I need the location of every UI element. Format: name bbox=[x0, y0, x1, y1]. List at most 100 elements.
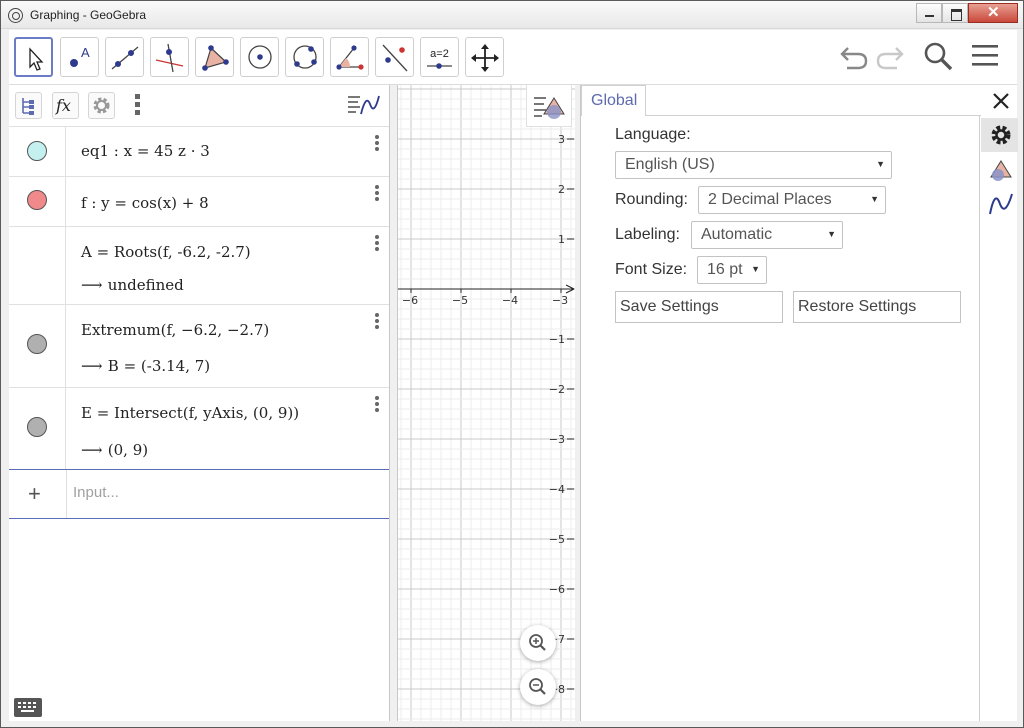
undo-icon[interactable] bbox=[839, 40, 869, 72]
graphics-view[interactable]: −6 −5 −4 −3 3 2 1 −1 −2 −3 −4 −5 −6 −7 −8 bbox=[397, 85, 575, 721]
graphics-style-button[interactable] bbox=[526, 85, 572, 127]
font-size-select[interactable]: 16 pt ▼ bbox=[697, 256, 767, 284]
circle-tool-button[interactable] bbox=[240, 37, 279, 77]
algebra-settings-button[interactable] bbox=[88, 92, 115, 119]
zoom-in-icon bbox=[529, 634, 546, 651]
reflect-tool-button[interactable] bbox=[375, 37, 414, 77]
algebra-row-eq1[interactable]: eq1 : x = 45 z · 3 bbox=[9, 127, 389, 177]
menu-icon[interactable] bbox=[970, 40, 1000, 72]
close-window-button[interactable]: ✕ bbox=[968, 3, 1018, 23]
move-graphics-view-tool-icon bbox=[471, 44, 499, 72]
geogebra-app-icon bbox=[8, 8, 23, 23]
output-value: B = (-3.14, 7) bbox=[107, 357, 211, 375]
move-tool-icon bbox=[29, 47, 44, 71]
marble-column bbox=[9, 177, 66, 226]
settings-gear-icon[interactable] bbox=[988, 122, 1014, 148]
save-settings-button[interactable]: Save Settings bbox=[615, 291, 783, 323]
algebra-row-intersect[interactable]: E = Intersect(f, yAxis, (0, 9)) ⟶ (0, 9) bbox=[9, 388, 389, 469]
keyboard-keys bbox=[18, 702, 36, 712]
point-tool-button[interactable]: A bbox=[60, 37, 99, 77]
algebra-view: fx eq1 : x = 45 z · 3 f : y = cos(x) + 8 bbox=[9, 85, 390, 721]
more-vertical-icon[interactable] bbox=[375, 185, 379, 203]
restore-settings-button[interactable]: Restore Settings bbox=[793, 291, 961, 323]
x-tick-label: −5 bbox=[452, 294, 468, 307]
x-tick-label: −6 bbox=[402, 294, 418, 307]
slider-tool-button[interactable]: a=2 bbox=[420, 37, 459, 77]
y-tick-label: −2 bbox=[549, 383, 565, 396]
font-size-value: 16 pt bbox=[707, 261, 743, 278]
line-tool-button[interactable] bbox=[105, 37, 144, 77]
more-vertical-icon[interactable] bbox=[375, 313, 379, 331]
close-icon[interactable] bbox=[991, 91, 1011, 111]
visibility-toggle[interactable] bbox=[27, 190, 47, 210]
algebra-input[interactable] bbox=[73, 484, 373, 501]
y-tick-label: 1 bbox=[558, 233, 565, 246]
function-fx-button[interactable]: fx bbox=[52, 92, 79, 119]
more-vertical-icon[interactable] bbox=[375, 135, 379, 153]
zoom-out-button[interactable] bbox=[520, 669, 556, 705]
algebra-sort-icon bbox=[22, 98, 34, 115]
chevron-down-icon: ▼ bbox=[870, 194, 879, 204]
polygon-tool-button[interactable] bbox=[195, 37, 234, 77]
add-icon[interactable]: + bbox=[28, 481, 41, 507]
more-vertical-icon[interactable] bbox=[375, 235, 379, 253]
algebra-sort-button[interactable] bbox=[15, 92, 42, 119]
maximize-button[interactable] bbox=[942, 3, 968, 23]
algebra-expression[interactable]: eq1 : x = 45 z · 3 bbox=[81, 142, 210, 160]
y-tick-label: 2 bbox=[558, 183, 565, 196]
algebra-output: ⟶ undefined bbox=[81, 276, 184, 294]
chevron-down-icon: ▼ bbox=[827, 229, 836, 239]
more-vertical-icon[interactable] bbox=[135, 94, 140, 115]
algebra-header: fx bbox=[9, 85, 389, 127]
algebra-row-roots[interactable]: A = Roots(f, -6.2, -2.7) ⟶ undefined bbox=[9, 227, 389, 305]
output-value: (0, 9) bbox=[107, 441, 149, 459]
algebra-row-f[interactable]: f : y = cos(x) + 8 bbox=[9, 177, 389, 227]
language-select[interactable]: English (US) ▼ bbox=[615, 151, 892, 179]
rounding-value: 2 Decimal Places bbox=[708, 191, 832, 208]
algebra-expression[interactable]: f : y = cos(x) + 8 bbox=[81, 194, 209, 212]
graphics-function-icon[interactable] bbox=[988, 191, 1014, 217]
algebra-output: ⟶ B = (-3.14, 7) bbox=[81, 357, 210, 375]
settings-gear-icon bbox=[93, 97, 110, 114]
rounding-label: Rounding: bbox=[615, 191, 688, 208]
visibility-toggle[interactable] bbox=[27, 141, 47, 161]
font-size-label: Font Size: bbox=[615, 261, 688, 278]
graphics-shapes-icon[interactable] bbox=[988, 157, 1014, 183]
labeling-value: Automatic bbox=[701, 226, 773, 243]
minimize-button[interactable] bbox=[916, 3, 942, 23]
x-tick-label: −3 bbox=[552, 294, 568, 307]
angle-tool-button[interactable] bbox=[330, 37, 369, 77]
perpendicular-line-tool-button[interactable] bbox=[150, 37, 189, 77]
perpendicular-line-tool-icon bbox=[155, 43, 184, 73]
rounding-select[interactable]: 2 Decimal Places ▼ bbox=[698, 186, 886, 214]
chevron-down-icon: ▼ bbox=[751, 264, 760, 274]
algebra-row-extremum[interactable]: Extremum(f, −6.2, −2.7) ⟶ B = (-3.14, 7) bbox=[9, 305, 389, 388]
y-tick-label: −4 bbox=[549, 483, 565, 496]
redo-icon[interactable] bbox=[875, 40, 905, 72]
move-tool-button[interactable] bbox=[14, 37, 53, 77]
x-tick-label: −4 bbox=[502, 294, 518, 307]
circle-center-point-tool-icon bbox=[248, 45, 272, 69]
circle-three-points-tool-button[interactable] bbox=[285, 37, 324, 77]
keyboard-icon[interactable] bbox=[14, 698, 42, 717]
move-graphics-view-tool-button[interactable] bbox=[465, 37, 504, 77]
search-icon[interactable] bbox=[922, 40, 954, 72]
zoom-in-button[interactable] bbox=[520, 625, 556, 661]
visibility-toggle[interactable] bbox=[27, 417, 47, 437]
visibility-toggle[interactable] bbox=[27, 334, 47, 354]
close-icon: ✕ bbox=[987, 4, 1000, 21]
tab-global[interactable]: Global bbox=[581, 85, 646, 116]
algebra-expression[interactable]: A = Roots(f, -6.2, -2.7) bbox=[81, 243, 251, 261]
more-vertical-icon[interactable] bbox=[375, 396, 379, 414]
language-value: English (US) bbox=[625, 156, 715, 173]
settings-panel: Global Language: English (US) ▼ Rounding… bbox=[580, 85, 1018, 721]
graphics-style-icon[interactable] bbox=[346, 92, 380, 118]
settings-body: Language: English (US) ▼ Rounding: 2 Dec… bbox=[581, 116, 980, 721]
algebra-expression[interactable]: Extremum(f, −6.2, −2.7) bbox=[81, 321, 269, 339]
output-arrow-icon: ⟶ bbox=[81, 357, 103, 375]
labeling-select[interactable]: Automatic ▼ bbox=[691, 221, 843, 249]
chevron-down-icon: ▼ bbox=[876, 159, 885, 169]
reflect-tool-icon bbox=[382, 44, 408, 72]
algebra-expression[interactable]: E = Intersect(f, yAxis, (0, 9)) bbox=[81, 404, 299, 422]
marble-column bbox=[9, 127, 66, 176]
